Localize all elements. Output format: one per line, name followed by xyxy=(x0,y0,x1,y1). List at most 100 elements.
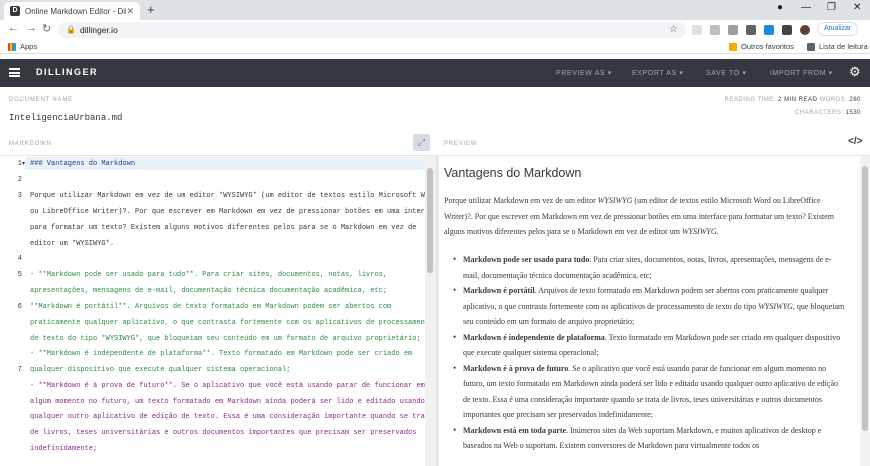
characters-value: 1530 xyxy=(845,110,861,116)
maximize-icon[interactable]: ❐ xyxy=(827,2,836,13)
code-line: qualquer dispositivo que execute qualque… xyxy=(30,366,291,374)
line-number: 6 xyxy=(17,303,22,311)
list-item: Markdown está em toda parte. Inúmeros si… xyxy=(453,423,847,454)
address-bar-row: ← → ↻ 🔒 dillinger.io ☆ xyxy=(0,20,870,40)
preview-list: Markdown pode ser usado para tudo. Para … xyxy=(453,252,847,454)
code-view-icon[interactable]: </> xyxy=(848,136,862,147)
preview-scrollbar[interactable] xyxy=(860,156,870,466)
markdown-pane-label: MARKDOWN xyxy=(9,141,52,147)
line-number: 4 xyxy=(17,255,22,263)
close-window-icon[interactable]: ✕ xyxy=(853,2,861,13)
save-to-label: SAVE TO xyxy=(706,70,740,77)
code-line: de livros, teses universitárias e outros… xyxy=(30,429,417,437)
extension-icon[interactable] xyxy=(710,25,720,35)
markdown-editor[interactable]: 1 ▾ 2 3 4 5 6 7 ### Vantagens do Markdow… xyxy=(0,155,435,466)
reading-list-icon xyxy=(807,42,815,51)
bookmark-other-favorites[interactable]: Outros favoritos xyxy=(729,42,794,51)
preview-as-menu[interactable]: PREVIEW AS ▾ xyxy=(556,69,612,77)
brand-logo: DILLINGER xyxy=(36,67,98,77)
dillinger-favicon-icon: D xyxy=(10,6,20,16)
update-button[interactable]: Atualizar xyxy=(817,22,859,36)
forward-icon[interactable]: → xyxy=(26,22,37,34)
tab-title: Online Markdown Editor - Dillinger xyxy=(25,6,126,16)
import-from-label: IMPORT FROM xyxy=(770,70,827,77)
browser-tabbar: D Online Markdown Editor - Dillinger ✕ +… xyxy=(0,0,870,20)
reading-list-label: Lista de leitura xyxy=(819,42,868,51)
expand-icon[interactable]: ⤢ xyxy=(413,134,430,151)
code-line: ou LibreOffice Writer)?. Por que escreve… xyxy=(30,208,435,216)
bookmark-star-icon[interactable]: ☆ xyxy=(669,22,678,38)
hamburger-menu-icon[interactable] xyxy=(9,68,20,77)
editor-scrollbar[interactable] xyxy=(425,156,435,466)
list-item-strong: Markdown é à prova de futuro xyxy=(463,363,569,373)
reload-icon[interactable]: ↻ xyxy=(42,22,51,35)
export-as-label: EXPORT AS xyxy=(632,70,677,77)
list-item-strong: Markdown pode ser usado para tudo xyxy=(463,255,590,264)
scrollbar-thumb[interactable] xyxy=(427,168,433,273)
list-item: Markdown pode ser usado para tudo. Para … xyxy=(453,252,847,283)
list-item: Markdown é independente de plataforma. T… xyxy=(453,330,847,361)
new-tab-icon[interactable]: + xyxy=(147,2,155,18)
code-line: - **Markdown é à prova de futuro**. Se o… xyxy=(30,382,425,390)
back-icon[interactable]: ← xyxy=(8,22,19,34)
characters-label: CHARACTERS: xyxy=(794,110,844,116)
list-item-strong: Markdown é portátil xyxy=(463,286,535,295)
words-label: WORDS: xyxy=(819,97,848,103)
line-number: 7 xyxy=(17,366,22,374)
import-from-menu[interactable]: IMPORT FROM ▾ xyxy=(770,69,833,77)
extension-icon[interactable] xyxy=(728,25,738,35)
preview-pane-label: PREVIEW xyxy=(444,141,478,147)
gear-icon[interactable]: ⚙ xyxy=(849,64,861,80)
omnibox[interactable]: 🔒 dillinger.io ☆ xyxy=(58,22,686,38)
document-characters: CHARACTERS: 1530 xyxy=(680,110,861,116)
list-item: Markdown é portátil. Arquivos de texto f… xyxy=(453,283,847,330)
fold-arrow-icon[interactable]: ▾ xyxy=(22,160,25,167)
line-gutter: 1 ▾ 2 3 4 5 6 7 xyxy=(0,156,25,466)
line-number: 5 xyxy=(17,271,22,279)
bookmarks-bar: Apps Outros favoritos Lista de leitura xyxy=(0,40,870,54)
code-line: algum momento no futuro, um texto format… xyxy=(30,398,425,406)
tab-search-icon[interactable]: ● xyxy=(777,2,783,13)
extension-icon[interactable] xyxy=(764,25,774,35)
para-text: . xyxy=(716,227,719,236)
reading-time-label: READING TIME: xyxy=(724,97,776,103)
export-as-menu[interactable]: EXPORT AS ▾ xyxy=(632,69,684,77)
minimize-icon[interactable]: — xyxy=(801,2,811,13)
list-item-strong: Markdown está em toda parte xyxy=(463,425,567,435)
code-line: ### Vantagens do Markdown xyxy=(30,160,136,168)
words-value: 280 xyxy=(849,97,861,103)
line-number: 1 xyxy=(17,160,22,168)
code-line: qualquer outro aplicativo de edição de t… xyxy=(30,413,434,421)
para-emphasis: WYSIWYG xyxy=(681,227,717,236)
browser-tab[interactable]: D Online Markdown Editor - Dillinger ✕ xyxy=(4,2,140,20)
para-emphasis: WYSIWYG xyxy=(597,196,633,205)
avatar[interactable] xyxy=(800,25,810,35)
eyedropper-icon[interactable] xyxy=(746,25,756,35)
document-name-label: DOCUMENT NAME xyxy=(9,97,73,103)
para-text: Porque utilizar Markdown em vez de um ed… xyxy=(444,196,598,205)
bookmark-reading-list[interactable]: Lista de leitura xyxy=(807,42,868,51)
apps-grid-icon xyxy=(8,42,16,51)
extensions-puzzle-icon[interactable] xyxy=(782,25,792,35)
close-tab-icon[interactable]: ✕ xyxy=(126,6,134,17)
url-text: dillinger.io xyxy=(80,25,118,35)
scrollbar-thumb[interactable] xyxy=(862,166,868,431)
code-line: de texto do tipo *WYSIWYG*, que bloqueia… xyxy=(30,335,421,343)
save-to-menu[interactable]: SAVE TO ▾ xyxy=(706,69,746,77)
code-line: para formatar um texto? Existem alguns m… xyxy=(30,224,417,232)
code-line: praticamente qualquer aplicativo, o que … xyxy=(30,319,434,327)
app-header: DILLINGER PREVIEW AS ▾ EXPORT AS ▾ SAVE … xyxy=(0,59,870,87)
code-line: - **Markdown é independente de plataform… xyxy=(30,350,413,358)
code-line: apresentações, mensagens de e-mail, docu… xyxy=(30,287,388,295)
line-number: 2 xyxy=(17,176,22,184)
code-line: indefinidamente; xyxy=(30,445,98,453)
preview-heading: Vantagens do Markdown xyxy=(444,166,582,180)
folder-icon xyxy=(729,42,737,51)
extension-icon[interactable] xyxy=(692,25,702,35)
bookmark-apps[interactable]: Apps xyxy=(8,42,37,51)
code-line: editor um *WYSIWYG*. xyxy=(30,240,115,248)
list-item-strong: Markdown é independente de plataforma xyxy=(463,332,605,342)
preview-paragraph: Porque utilizar Markdown em vez de um ed… xyxy=(444,193,849,240)
document-name-input[interactable]: InteligenciaUrbana.md xyxy=(9,113,122,123)
list-item: Markdown é à prova de futuro. Se o aplic… xyxy=(453,361,847,423)
